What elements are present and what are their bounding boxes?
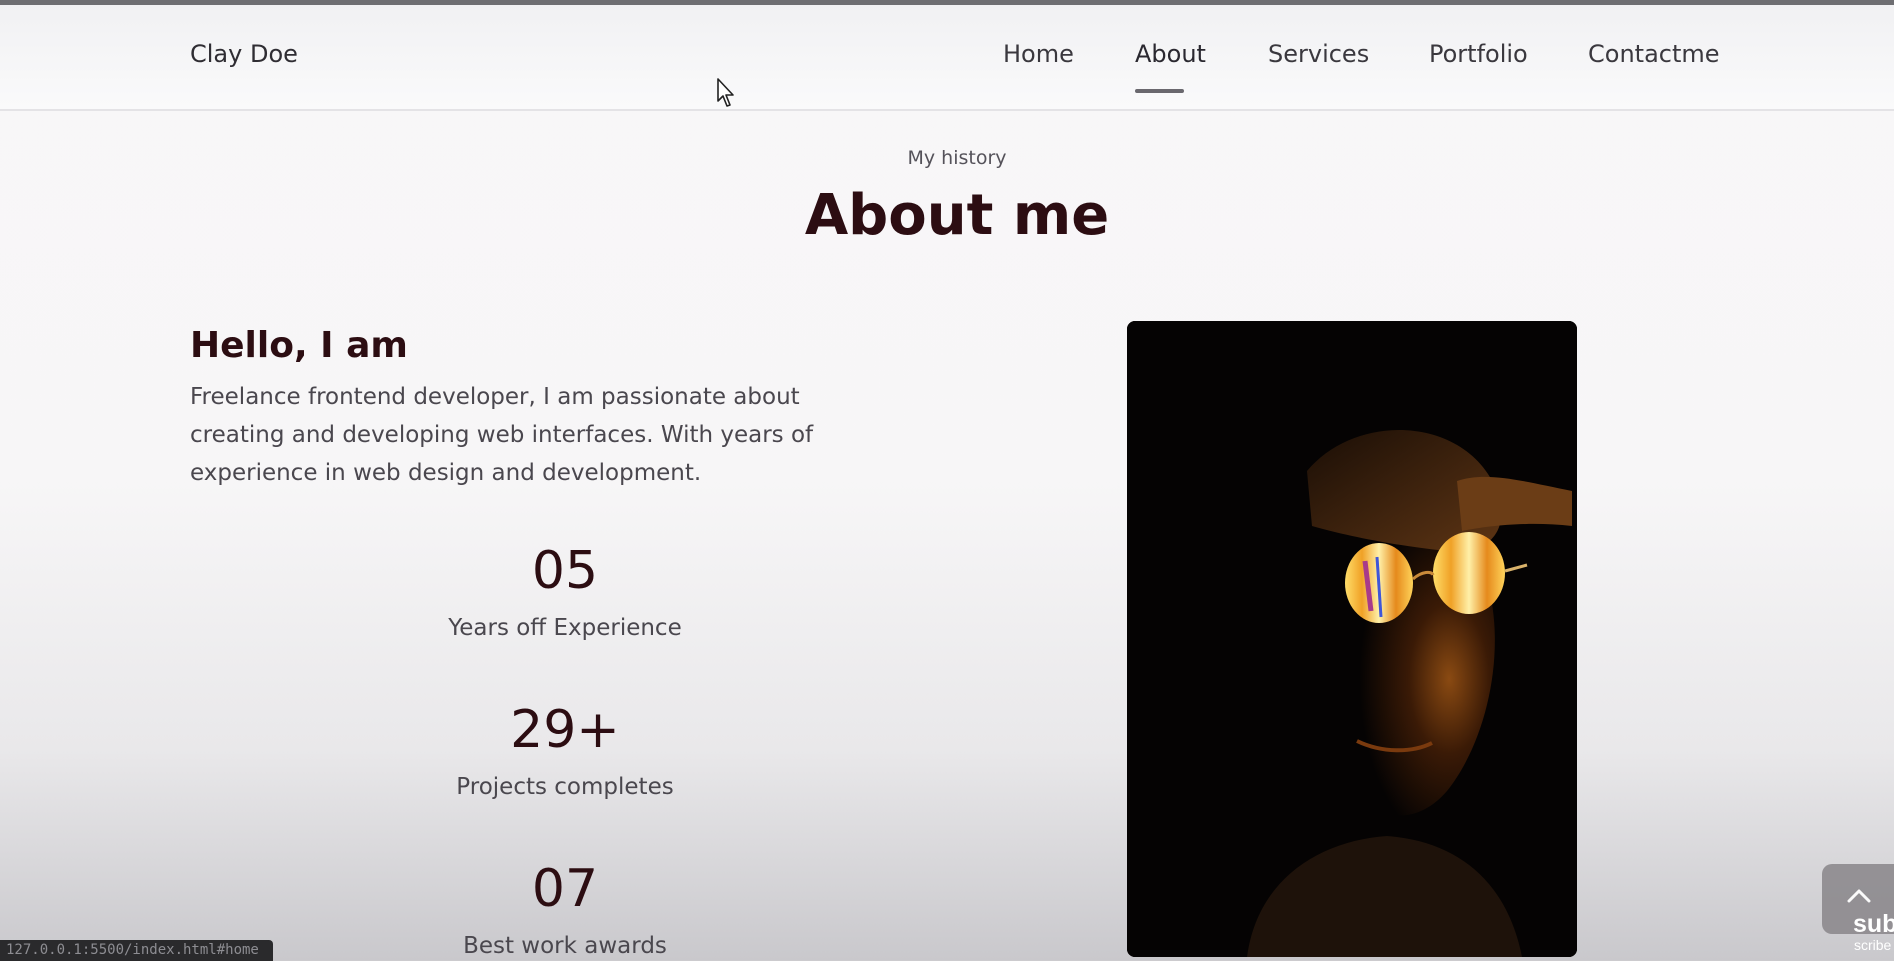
intro-greeting: Hello, I am [190, 325, 408, 366]
nav-about[interactable]: About [1135, 40, 1206, 68]
stat-label: Projects completes [456, 774, 674, 800]
nav-contactme[interactable]: Contactme [1588, 40, 1720, 68]
stat-value: 05 [531, 541, 599, 601]
browser-status-url: 127.0.0.1:5500/index.html#home [0, 940, 273, 961]
stat-value: 07 [531, 859, 599, 919]
stat-awards: 07 Best work awards [365, 863, 765, 959]
nav-home[interactable]: Home [1003, 40, 1074, 68]
nav-portfolio[interactable]: Portfolio [1429, 40, 1528, 68]
subscribe-overlay-text: sub [1853, 910, 1894, 938]
site-logo[interactable]: Clay Doe [190, 40, 298, 68]
mouse-pointer-icon [717, 78, 734, 107]
stat-projects: 29+ Projects completes [365, 704, 765, 800]
portrait-illustration [1127, 321, 1577, 957]
nav-services[interactable]: Services [1268, 40, 1369, 68]
stat-experience: 05 Years off Experience [365, 545, 765, 641]
site-header: Clay Doe Home About Services Portfolio C… [0, 5, 1894, 111]
section-subtitle: My history [907, 147, 1007, 169]
stat-label: Years off Experience [448, 615, 682, 641]
stat-label: Best work awards [463, 933, 667, 959]
profile-photo [1127, 321, 1577, 957]
active-nav-indicator [1135, 89, 1184, 93]
subscribe-overlay-subtext: scribe [1854, 937, 1892, 953]
chevron-up-icon [1847, 889, 1871, 903]
section-title: About me [804, 183, 1110, 248]
stat-value: 29+ [510, 700, 620, 760]
intro-description: Freelance frontend developer, I am passi… [190, 384, 814, 486]
